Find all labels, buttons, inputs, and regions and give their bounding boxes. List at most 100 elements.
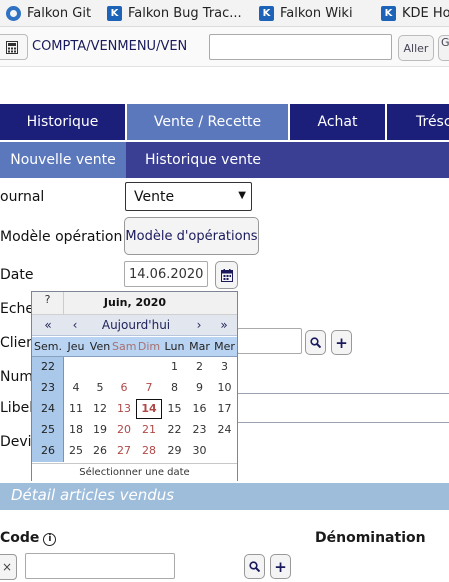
app-toolbar: COMPTA/VENMENU/VEN Aller G	[0, 27, 449, 67]
libelle-field-line	[237, 422, 449, 423]
weekday-header: Sam	[112, 340, 137, 353]
weekday-header: Lun	[164, 340, 185, 353]
numero-field-line	[237, 393, 449, 394]
weekday-header: Ven	[89, 340, 111, 353]
tab-nouvelle-vente[interactable]: Nouvelle vente	[0, 142, 126, 178]
bookmark-kde-home[interactable]: K KDE Ho	[381, 3, 449, 23]
close-icon: ×	[1, 560, 13, 574]
calendar-help-button[interactable]: ?	[32, 292, 64, 314]
calendar-day[interactable]: 5	[88, 378, 112, 398]
model-label: Modèle opération	[0, 229, 123, 245]
week-number: 26	[41, 444, 55, 457]
article-add-button[interactable]: +	[270, 554, 291, 579]
calendar-day[interactable]: 1	[162, 357, 187, 377]
calendar-footer: Sélectionner une date	[32, 463, 237, 481]
calendar-day[interactable]: 23	[187, 420, 212, 440]
numero-label: Num	[0, 369, 33, 385]
calendar-day[interactable]: 3	[212, 357, 237, 377]
article-search-button[interactable]	[244, 554, 265, 579]
journal-label: ournal	[0, 189, 45, 205]
go-button-secondary[interactable]: G	[438, 35, 449, 61]
tab-vente-recette[interactable]: Vente / Recette	[127, 104, 288, 140]
calendar-day[interactable]: 8	[162, 378, 187, 398]
calendar-weekday-header: Sem. Jeu Ven Sam Dim Lun Mar Mer	[32, 337, 237, 357]
calendar-day[interactable]: 29	[162, 441, 187, 461]
calendar-day[interactable]: 15	[162, 399, 187, 419]
calendar-day[interactable]: 21	[136, 420, 162, 440]
calendar-day[interactable]: 28	[136, 441, 162, 461]
today-button[interactable]: Aujourd'hui	[94, 315, 178, 335]
bookmark-falkon-bug-tracker[interactable]: K Falkon Bug Trac...	[107, 3, 242, 23]
model-operations-button[interactable]: Modèle d'opérations	[124, 217, 259, 255]
bookmark-label: Falkon Wiki	[280, 5, 353, 21]
path-input[interactable]	[209, 34, 392, 60]
bookmark-falkon-git[interactable]: Falkon Git	[6, 3, 91, 23]
kde-icon: K	[381, 5, 396, 21]
tab-tresorerie[interactable]: Trésc	[387, 104, 449, 140]
calendar-icon	[220, 268, 233, 282]
next-month-button[interactable]: ›	[189, 315, 209, 335]
calendar-day[interactable]: 12	[88, 399, 112, 419]
next-year-button[interactable]: »	[214, 315, 234, 335]
week-number-header: Sem.	[34, 340, 62, 353]
calendar-day[interactable]: 11	[64, 399, 88, 419]
kde-icon: K	[107, 5, 122, 21]
go-button[interactable]: Aller	[398, 35, 434, 61]
weekday-header: Mar	[189, 340, 210, 353]
clear-code-button[interactable]: ×	[0, 554, 17, 580]
code-input[interactable]	[25, 553, 175, 579]
calendar-day[interactable]: 13	[112, 399, 136, 419]
calendar-day[interactable]: 19	[88, 420, 112, 440]
bookmark-label: Falkon Git	[27, 5, 92, 21]
calendar-day[interactable]: 20	[112, 420, 136, 440]
tab-achat[interactable]: Achat	[290, 104, 385, 140]
tab-historique-vente[interactable]: Historique vente	[128, 142, 278, 178]
calendar-day[interactable]: 4	[64, 378, 88, 398]
bookmarks-bar: Falkon Git K Falkon Bug Trac... K Falkon…	[0, 0, 449, 27]
kde-icon: K	[259, 5, 274, 21]
search-icon	[249, 561, 260, 572]
gear-icon	[6, 5, 21, 21]
calendar-day[interactable]: 10	[212, 378, 237, 398]
journal-select[interactable]: Vente ▼	[125, 182, 252, 211]
info-icon[interactable]: i	[43, 533, 57, 546]
calendar-nav: « ‹ Aujourd'hui › »	[32, 315, 237, 336]
calendar-day[interactable]: 22	[162, 420, 187, 440]
calendar-day[interactable]: 25	[64, 441, 88, 461]
calendar-day[interactable]: 9	[187, 378, 212, 398]
calendar-day[interactable]: 26	[88, 441, 112, 461]
calculator-icon	[6, 40, 18, 54]
calendar-header: ? Juin, 2020	[32, 292, 237, 315]
calendar-day[interactable]: 18	[64, 420, 88, 440]
weekday-header: Jeu	[67, 340, 85, 353]
date-picker-button[interactable]	[215, 261, 238, 289]
bookmark-falkon-wiki[interactable]: K Falkon Wiki	[259, 3, 353, 23]
journal-value: Vente	[134, 189, 175, 205]
calendar-day[interactable]: 27	[112, 441, 136, 461]
calendar-day[interactable]: 2	[187, 357, 212, 377]
calendar-day-today[interactable]: 14	[136, 399, 162, 419]
client-input[interactable]	[237, 328, 302, 354]
calendar-month-title: Juin, 2020	[103, 296, 167, 309]
code-label-text: Code	[0, 530, 40, 546]
bookmark-label: KDE Ho	[402, 5, 449, 21]
tab-historique[interactable]: Historique	[0, 104, 125, 140]
date-input[interactable]: 14.06.2020	[124, 261, 208, 287]
section-header: Détail articles vendus	[0, 483, 449, 510]
denomination-column-label: Dénomination	[315, 530, 426, 546]
calendar-day[interactable]: 16	[187, 399, 212, 419]
previous-month-button[interactable]: ‹	[65, 315, 85, 335]
client-add-button[interactable]: +	[331, 330, 352, 355]
date-label: Date	[0, 267, 34, 283]
calendar-day[interactable]: 17	[212, 399, 237, 419]
previous-year-button[interactable]: «	[38, 315, 58, 335]
week-number: 25	[41, 423, 55, 436]
calendar-day[interactable]: 24	[212, 420, 237, 440]
calendar-day[interactable]: 7	[136, 378, 162, 398]
client-search-button[interactable]	[305, 330, 326, 355]
plus-icon: +	[274, 557, 287, 576]
calculator-button[interactable]	[0, 34, 28, 60]
calendar-day[interactable]: 6	[112, 378, 136, 398]
date-picker-popup: ? Juin, 2020 « ‹ Aujourd'hui › » Sem. Je…	[31, 291, 238, 481]
calendar-day[interactable]: 30	[187, 441, 212, 461]
